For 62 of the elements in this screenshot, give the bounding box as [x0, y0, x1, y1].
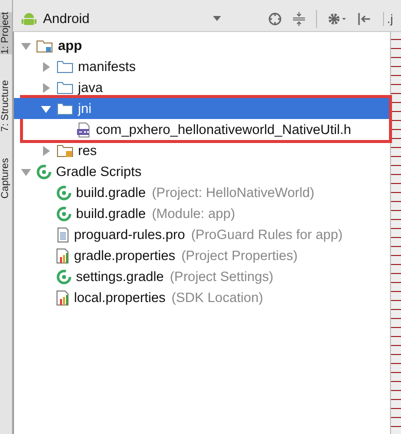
item-note: (Module: app) [152, 206, 236, 221]
item-label: com_pxhero_hellonativeworld_NativeUtil.h [96, 122, 352, 137]
tree-item[interactable]: manifests [14, 56, 390, 77]
tree-item[interactable]: jni [14, 98, 389, 119]
item-label: Gradle Scripts [56, 164, 142, 179]
item-label: proguard-rules.pro [74, 227, 186, 242]
item-note: (Project Properties) [181, 248, 298, 263]
tree-item[interactable]: local.properties (SDK Location) [14, 287, 390, 308]
item-label: build.gradle [76, 206, 146, 221]
editor-tab[interactable]: .j [383, 12, 401, 26]
module-folder-icon [36, 38, 54, 52]
tree-item[interactable]: app [14, 35, 390, 56]
gradle-icon [36, 164, 52, 180]
caret-icon [213, 16, 221, 21]
tree-item[interactable]: com_pxhero_hellonativeworld_NativeUtil.h [14, 119, 389, 140]
tool-window-tab[interactable]: 1: Project [0, 12, 12, 54]
hide-panel-icon[interactable] [357, 12, 371, 26]
item-note: (Project Settings) [170, 269, 274, 284]
expanded-arrow-icon[interactable] [21, 166, 31, 176]
item-label: res [78, 143, 97, 158]
expanded-arrow-icon[interactable] [41, 104, 51, 114]
item-label: java [78, 80, 103, 95]
android-icon [21, 10, 37, 26]
cpp-file-icon [76, 122, 92, 138]
collapsed-arrow-icon[interactable] [41, 62, 51, 72]
tree-item[interactable]: build.gradle (Module: app) [14, 203, 390, 224]
item-label: settings.gradle [76, 269, 164, 284]
item-note: (SDK Location) [172, 290, 264, 305]
tree-item[interactable]: res [14, 140, 390, 161]
tree-item[interactable]: settings.gradle (Project Settings) [14, 266, 390, 287]
tree-item[interactable]: build.gradle (Project: HelloNativeWorld) [14, 182, 390, 203]
tree-item[interactable]: Gradle Scripts [14, 161, 390, 182]
gradle-icon [56, 184, 72, 200]
tree-item[interactable]: java [14, 77, 390, 98]
folder-icon [56, 80, 74, 94]
properties-file-icon [56, 248, 70, 264]
settings-icon[interactable] [327, 12, 347, 26]
collapse-all-icon[interactable] [292, 12, 306, 26]
gradle-icon [56, 268, 72, 284]
item-label: jni [78, 101, 92, 116]
item-note: (Project: HelloNativeWorld) [152, 185, 314, 200]
text-file-icon [56, 226, 70, 242]
tool-window-tab[interactable]: Captures [0, 158, 12, 199]
properties-file-icon [56, 290, 70, 306]
item-label: gradle.properties [74, 248, 176, 263]
collapsed-arrow-icon[interactable] [41, 146, 51, 156]
tool-window-tab[interactable]: 7: Structure [0, 80, 12, 132]
tree-item[interactable]: gradle.properties (Project Properties) [14, 245, 390, 266]
item-note: (ProGuard Rules for app) [191, 227, 343, 242]
resource-folder-icon [56, 144, 74, 158]
tree-item[interactable]: proguard-rules.pro (ProGuard Rules for app) [14, 224, 390, 245]
folder-icon [56, 60, 74, 74]
expanded-arrow-icon[interactable] [21, 40, 31, 50]
collapsed-arrow-icon[interactable] [41, 82, 51, 92]
gradle-icon [56, 206, 72, 222]
item-label: build.gradle [76, 185, 146, 200]
item-label: manifests [78, 59, 136, 74]
item-label: app [58, 38, 82, 53]
folder-icon [56, 102, 74, 116]
item-label: local.properties [74, 290, 166, 305]
target-icon[interactable] [268, 12, 282, 26]
view-dropdown[interactable]: Android [21, 10, 221, 26]
